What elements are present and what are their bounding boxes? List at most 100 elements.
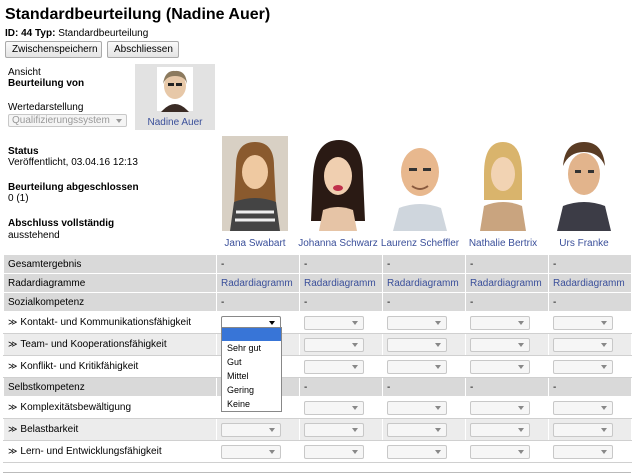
full-completion-label: Abschluss vollständig <box>8 218 115 229</box>
result-cell: - <box>548 377 632 397</box>
row-label: Kontakt- und Kommunikationsfähigkeit <box>20 317 192 328</box>
rating-dropdown-list[interactable]: Sehr gut Gut Mittel Gering Keine <box>221 327 282 412</box>
rating-select[interactable] <box>553 422 613 437</box>
row-label: Komplexitätsbewältigung <box>20 402 132 413</box>
chevron-down-icon <box>601 405 607 410</box>
type-label: Typ: <box>35 28 56 39</box>
rating-select[interactable] <box>387 422 447 437</box>
rating-select[interactable] <box>221 422 281 437</box>
rating-select[interactable] <box>304 400 364 415</box>
rating-select[interactable] <box>470 337 530 352</box>
result-cell: - <box>548 254 632 274</box>
radar-chart-link[interactable]: Radardiagramm <box>221 278 293 289</box>
chevron-down-icon <box>518 320 524 325</box>
chevron-down-icon <box>269 320 275 325</box>
chevron-double-down-icon[interactable]: ≫ <box>8 402 17 412</box>
table-row: ≫ Konflikt- und Kritikfähigkeit <box>3 355 632 378</box>
radar-chart-link[interactable]: Radardiagramm <box>387 278 459 289</box>
result-cell: - <box>216 292 300 312</box>
result-cell: - <box>299 377 383 397</box>
chevron-down-icon <box>269 449 275 454</box>
result-cell: - <box>382 254 466 274</box>
chevron-down-icon <box>435 320 441 325</box>
dropdown-option[interactable]: Mittel <box>222 369 281 383</box>
chevron-down-icon <box>269 427 275 432</box>
rating-select[interactable] <box>470 315 530 330</box>
rating-select[interactable] <box>387 337 447 352</box>
rating-select[interactable] <box>553 337 613 352</box>
chevron-double-down-icon[interactable]: ≫ <box>8 446 17 456</box>
person-name-3[interactable]: Laurenz Scheffler <box>380 238 460 249</box>
rating-select[interactable] <box>304 422 364 437</box>
chevron-down-icon <box>601 364 607 369</box>
rating-select[interactable] <box>470 444 530 459</box>
rating-select[interactable] <box>304 337 364 352</box>
rating-select[interactable] <box>304 444 364 459</box>
row-label: Team- und Kooperationsfähigkeit <box>20 339 167 350</box>
rating-select[interactable] <box>470 359 530 374</box>
divider <box>3 472 631 473</box>
chevron-down-icon <box>435 405 441 410</box>
person-name-1[interactable]: Jana Swabart <box>215 238 295 249</box>
completed-label: Beurteilung abgeschlossen <box>8 182 139 193</box>
radar-chart-link[interactable]: Radardiagramm <box>553 278 625 289</box>
rating-select[interactable] <box>387 315 447 330</box>
rating-select[interactable] <box>553 444 613 459</box>
chevron-down-icon <box>601 342 607 347</box>
status-label: Status <box>8 146 39 157</box>
rating-select[interactable] <box>387 400 447 415</box>
row-label: Lern- und Entwicklungsfähigkeit <box>20 446 162 457</box>
rating-select[interactable] <box>221 444 281 459</box>
chevron-double-down-icon[interactable]: ≫ <box>8 424 17 434</box>
self-name-link[interactable]: Nadine Auer <box>135 117 215 128</box>
dropdown-option[interactable]: Sehr gut <box>222 341 281 355</box>
value-display-label: Wertedarstellung <box>8 102 84 113</box>
person-name-2[interactable]: Johanna Schwarz <box>298 238 378 249</box>
rating-select[interactable] <box>387 359 447 374</box>
rating-select[interactable] <box>470 400 530 415</box>
result-cell: - <box>216 254 300 274</box>
chevron-down-icon <box>518 405 524 410</box>
person-name-5[interactable]: Urs Franke <box>544 238 624 249</box>
view-label: Ansicht <box>8 67 41 78</box>
save-draft-button[interactable]: Zwischenspeichern <box>5 41 102 58</box>
table-row: ≫ Team- und Kooperationsfähigkeit <box>3 333 632 356</box>
person-name-4[interactable]: Nathalie Bertrix <box>463 238 543 249</box>
finish-button[interactable]: Abschliessen <box>107 41 179 58</box>
rating-select[interactable] <box>387 444 447 459</box>
result-cell: - <box>299 292 383 312</box>
rating-select[interactable] <box>553 400 613 415</box>
rating-select[interactable] <box>470 422 530 437</box>
portrait-johanna <box>305 136 371 231</box>
id-value: 44 <box>21 28 33 39</box>
evaluation-of-label: Beurteilung von <box>8 78 85 89</box>
rating-select[interactable] <box>304 315 364 330</box>
value-display-select: Qualifizierungssystem <box>8 114 127 127</box>
table-row: Selbstkompetenz - - - - - <box>3 377 632 397</box>
portrait-urs <box>551 136 617 231</box>
rating-select[interactable] <box>304 359 364 374</box>
chevron-double-down-icon[interactable]: ≫ <box>8 361 17 371</box>
dropdown-option[interactable]: Gut <box>222 355 281 369</box>
chevron-double-down-icon[interactable]: ≫ <box>8 317 17 327</box>
dropdown-highlight-empty[interactable] <box>222 328 281 341</box>
row-label: Konflikt- und Kritikfähigkeit <box>20 361 139 372</box>
radar-chart-link[interactable]: Radardiagramm <box>304 278 376 289</box>
chevron-down-icon <box>352 405 358 410</box>
chevron-down-icon <box>518 449 524 454</box>
chevron-double-down-icon[interactable]: ≫ <box>8 339 17 349</box>
completed-value: 0 (1) <box>8 193 29 204</box>
table-row: ≫ Komplexitätsbewältigung <box>3 396 632 419</box>
radar-chart-link[interactable]: Radardiagramm <box>470 278 542 289</box>
result-cell: - <box>299 254 383 274</box>
result-cell: - <box>548 292 632 312</box>
dropdown-option[interactable]: Keine <box>222 397 281 411</box>
chevron-down-icon <box>352 364 358 369</box>
rating-select[interactable] <box>553 315 613 330</box>
dropdown-option[interactable]: Gering <box>222 383 281 397</box>
rating-select[interactable] <box>553 359 613 374</box>
chevron-down-icon <box>518 427 524 432</box>
row-label: Belastbarkeit <box>20 424 79 435</box>
chevron-down-icon <box>601 449 607 454</box>
table-row: Radardiagramme Radardiagramm Radardiagra… <box>3 273 632 293</box>
